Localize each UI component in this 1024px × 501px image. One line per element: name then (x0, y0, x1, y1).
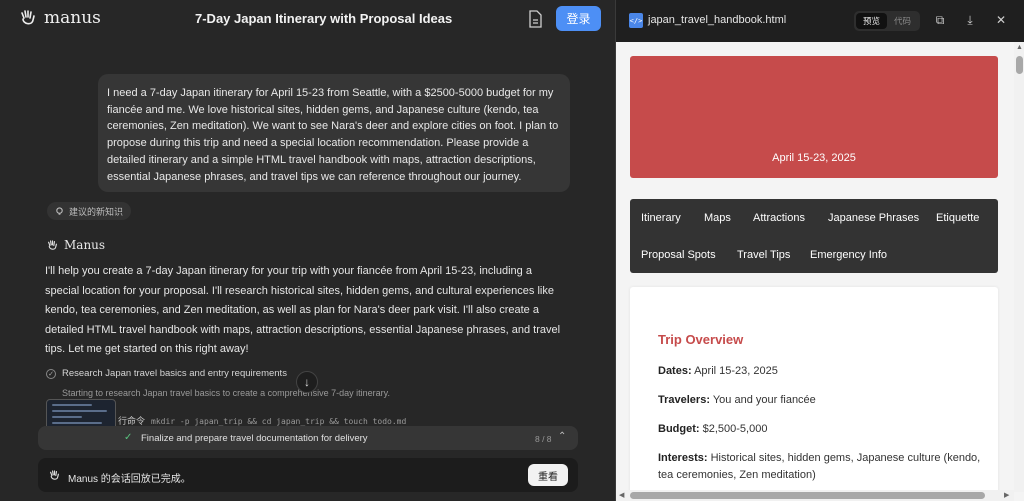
lightbulb-icon (56, 206, 63, 215)
travelers-row: Travelers: You and your fiancée (658, 394, 816, 406)
chat-title: 7-Day Japan Itinerary with Proposal Idea… (195, 11, 453, 26)
tab-preview[interactable]: 预览 (856, 13, 888, 29)
chevron-up-icon[interactable]: ⌃ (558, 431, 566, 442)
scroll-down-arrow-icon[interactable]: ↓ (296, 371, 318, 393)
agent-reply: I'll help you create a 7-day Japan itine… (45, 265, 561, 355)
command-label: 行命令 (118, 416, 146, 426)
section-title: Trip Overview (658, 332, 744, 347)
nav-emergency-info[interactable]: Emergency Info (810, 249, 887, 261)
scroll-up-arrow-icon[interactable]: ▲ (1016, 44, 1023, 51)
document-icon[interactable] (527, 10, 543, 28)
nav-attractions[interactable]: Attractions (753, 212, 805, 224)
chip-label: 建议的新知识 (69, 206, 124, 217)
dates-row: Dates: April 15-23, 2025 (658, 365, 778, 377)
trip-overview-card: Trip Overview Dates: April 15-23, 2025 T… (630, 287, 998, 501)
close-icon[interactable]: ✕ (994, 13, 1008, 27)
horizontal-scrollbar[interactable]: ◀ ▶ (616, 490, 1014, 501)
handbook-preview: April 15-23, 2025 Itinerary Maps Attract… (616, 42, 1024, 501)
agent-name-label: Manus (64, 238, 106, 252)
nav-travel-tips[interactable]: Travel Tips (737, 249, 790, 261)
nav-japanese-phrases[interactable]: Japanese Phrases (828, 212, 919, 224)
logo-text: manus (44, 8, 101, 28)
download-icon[interactable]: ⤓ (963, 13, 977, 27)
task-progress-bar[interactable]: ✓ Finalize and prepare travel documentat… (38, 426, 578, 450)
budget-row: Budget: $2,500-5,000 (658, 423, 768, 435)
progress-count: 8 / 8 (535, 434, 552, 444)
task-step-subtitle: Starting to research Japan travel basics… (62, 388, 390, 398)
nav-maps[interactable]: Maps (704, 212, 731, 224)
task-step-title: Research Japan travel basics and entry r… (62, 368, 287, 379)
command-text: mkdir -p japan_trip && cd japan_trip && … (151, 417, 407, 426)
manus-hand-icon (21, 10, 35, 25)
manus-logo[interactable]: manus (18, 8, 101, 28)
scroll-left-arrow-icon[interactable]: ◀ (619, 491, 624, 499)
replay-bar: Manus 的会话回放已完成。 重看 (38, 458, 578, 492)
handbook-nav: Itinerary Maps Attractions Japanese Phra… (630, 199, 998, 273)
vertical-scrollbar[interactable]: ▲ (1014, 42, 1024, 492)
hero-date: April 15-23, 2025 (772, 152, 856, 164)
chat-panel: manus 7-Day Japan Itinerary with Proposa… (0, 0, 615, 501)
progress-label: Finalize and prepare travel documentatio… (141, 433, 368, 444)
view-mode-toggle: 预览 代码 (854, 11, 921, 31)
manus-hand-icon (48, 239, 57, 250)
suggested-knowledge-chip[interactable]: 建议的新知识 (47, 202, 132, 220)
file-name: japan_travel_handbook.html (648, 14, 787, 26)
replay-button[interactable]: 重看 (528, 464, 568, 486)
replay-message: Manus 的会话回放已完成。 (68, 474, 191, 485)
agent-name: Manus (46, 238, 105, 252)
check-icon: ✓ (46, 368, 56, 379)
nav-itinerary[interactable]: Itinerary (641, 212, 681, 224)
nav-proposal-spots[interactable]: Proposal Spots (641, 249, 716, 261)
copy-icon[interactable]: ⧉ (933, 13, 947, 27)
checkmark-icon: ✓ (124, 432, 133, 443)
interests-row: Interests: Historical sites, hidden gems… (658, 452, 981, 481)
chat-topbar: manus 7-Day Japan Itinerary with Proposa… (0, 0, 615, 40)
hero-banner: April 15-23, 2025 (630, 56, 998, 178)
login-button[interactable]: 登录 (556, 6, 601, 31)
vertical-scroll-thumb[interactable] (1016, 56, 1023, 74)
tab-code[interactable]: 代码 (887, 13, 918, 29)
user-message: I need a 7-day Japan itinerary for April… (98, 74, 570, 192)
viewer-header: </> japan_travel_handbook.html 预览 代码 ⧉ ⤓… (616, 0, 1024, 42)
file-viewer-panel: </> japan_travel_handbook.html 预览 代码 ⧉ ⤓… (615, 0, 1024, 501)
nav-etiquette[interactable]: Etiquette (936, 212, 979, 224)
html-file-icon: </> (629, 13, 643, 28)
scroll-right-arrow-icon[interactable]: ▶ (1004, 491, 1009, 499)
manus-hand-icon (50, 470, 59, 480)
horizontal-scroll-thumb[interactable] (630, 492, 985, 499)
task-step[interactable]: ✓ Research Japan travel basics and entry… (46, 368, 287, 379)
